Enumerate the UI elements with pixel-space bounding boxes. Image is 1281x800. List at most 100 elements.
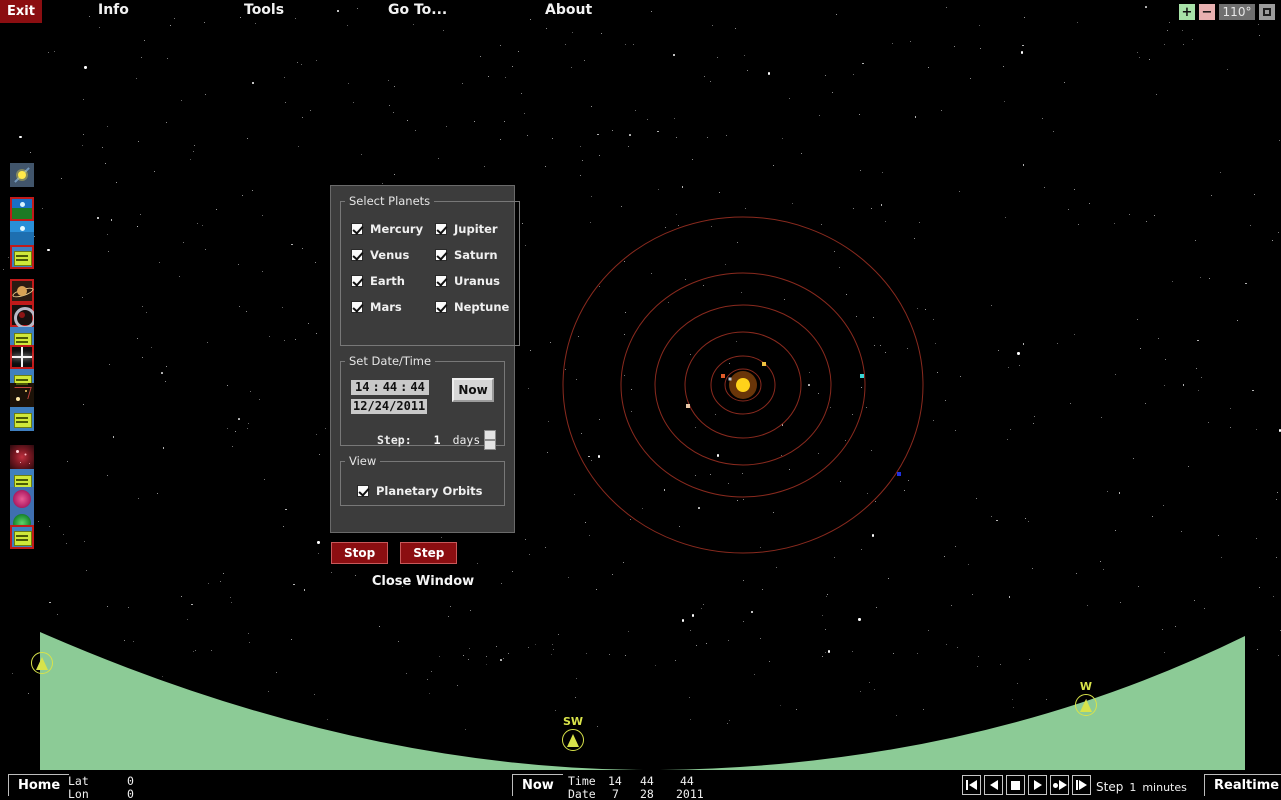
zoom-out-button[interactable]: − xyxy=(1199,4,1215,20)
close-window-button[interactable]: Close Window xyxy=(330,574,516,589)
clock-day: 28 xyxy=(640,787,654,800)
planet-row-uranus[interactable]: Uranus xyxy=(435,268,519,294)
step-button[interactable]: Step xyxy=(400,542,458,564)
menubar: Exit Info Tools Go To... About xyxy=(0,0,1281,24)
time-seconds[interactable]: 44 xyxy=(408,380,427,394)
now-bottom-button[interactable]: Now xyxy=(512,774,563,796)
stop-button[interactable]: Stop xyxy=(331,542,389,564)
home-button[interactable]: Home xyxy=(8,774,70,796)
clock-year: 2011 xyxy=(676,787,704,800)
planet-row-neptune[interactable]: Neptune xyxy=(435,294,519,320)
checkbox-saturn[interactable] xyxy=(435,249,447,261)
exit-button[interactable]: Exit xyxy=(0,0,42,23)
menu-item-info[interactable]: Info xyxy=(98,2,129,18)
time-minutes[interactable]: 44 xyxy=(380,380,400,394)
checkbox-jupiter[interactable] xyxy=(435,223,447,235)
checkbox-venus[interactable] xyxy=(351,249,363,261)
lon-label: Lon xyxy=(68,787,89,800)
label-mars: Mars xyxy=(370,300,402,314)
planet-row-venus[interactable]: Venus xyxy=(351,242,435,268)
step-spinner[interactable] xyxy=(484,430,497,450)
time-hours[interactable]: 14 xyxy=(353,380,372,394)
label-jupiter: Jupiter xyxy=(454,222,498,236)
checkbox-mars[interactable] xyxy=(351,301,363,313)
calendar-icon[interactable] xyxy=(10,245,34,269)
time-sep-1: : xyxy=(372,380,380,394)
step-forward-icon[interactable] xyxy=(1072,775,1091,795)
step-row: Step: 1 days xyxy=(351,430,504,450)
zoom-in-button[interactable]: + xyxy=(1179,4,1195,20)
planet-column-left: Mercury Venus Earth Mars xyxy=(351,216,435,320)
label-neptune: Neptune xyxy=(454,300,510,314)
play-icon[interactable] xyxy=(1028,775,1047,795)
label-mercury: Mercury xyxy=(370,222,424,236)
date-day[interactable]: 24 xyxy=(375,399,389,413)
step-backward-icon[interactable] xyxy=(962,775,981,795)
realtime-button[interactable]: Realtime xyxy=(1204,774,1281,796)
view-group: View Planetary Orbits xyxy=(340,454,505,506)
zoom-controls: + − 110° xyxy=(1179,3,1275,21)
date-input[interactable]: 12 / 24 / 2011 xyxy=(351,398,428,414)
label-venus: Venus xyxy=(370,248,410,262)
fast-forward-icon[interactable] xyxy=(1050,775,1069,795)
label-earth: Earth xyxy=(370,274,405,288)
bottom-status-bar: Home Lat Lon 0 0 Now Time Date 14 44 44 … xyxy=(0,770,1281,800)
planet-row-saturn[interactable]: Saturn xyxy=(435,242,519,268)
date-sep-1: / xyxy=(367,399,375,413)
bottom-step-display: Step 1 minutes xyxy=(1096,780,1187,794)
constellation-icon[interactable] xyxy=(10,383,34,407)
planet-row-earth[interactable]: Earth xyxy=(351,268,435,294)
fullscreen-icon[interactable] xyxy=(1259,4,1275,20)
planet-row-mercury[interactable]: Mercury xyxy=(351,216,435,242)
calendar-icon[interactable] xyxy=(10,407,34,431)
sky-canvas[interactable] xyxy=(0,0,1281,800)
date-sep-2: / xyxy=(389,399,397,413)
step-label: Step: xyxy=(377,433,412,447)
date-label: Date xyxy=(568,787,596,800)
planet-column-right: Jupiter Saturn Uranus Neptune xyxy=(435,216,519,320)
checkbox-earth[interactable] xyxy=(351,275,363,287)
stop-icon[interactable] xyxy=(1006,775,1025,795)
checkbox-neptune[interactable] xyxy=(435,301,447,313)
menu-item-tools[interactable]: Tools xyxy=(244,2,284,18)
saturn-icon[interactable] xyxy=(10,279,34,303)
sun-icon[interactable] xyxy=(10,163,34,187)
checkbox-mercury[interactable] xyxy=(351,223,363,235)
lon-value: 0 xyxy=(127,787,134,800)
star-icon[interactable] xyxy=(10,345,34,369)
dialog-buttons: Stop Step xyxy=(331,542,458,564)
checkbox-uranus[interactable] xyxy=(435,275,447,287)
label-saturn: Saturn xyxy=(454,248,498,262)
rewind-icon[interactable] xyxy=(984,775,1003,795)
nebula-icon[interactable] xyxy=(10,445,34,469)
sidebar xyxy=(10,160,34,580)
select-planets-legend: Select Planets xyxy=(349,194,431,208)
field-of-view-value: 110° xyxy=(1219,4,1255,20)
step-unit: days xyxy=(452,433,481,447)
transport-controls xyxy=(962,775,1091,795)
date-year[interactable]: 2011 xyxy=(396,399,425,413)
label-uranus: Uranus xyxy=(454,274,500,288)
set-datetime-group: Set Date/Time 14 : 44 : 44 12 / 24 / 201… xyxy=(340,354,505,450)
clock-month: 7 xyxy=(612,787,619,800)
menu-item-goto[interactable]: Go To... xyxy=(388,2,447,18)
ring-nebula-icon[interactable] xyxy=(10,303,34,327)
landscape-grass-icon[interactable] xyxy=(10,197,34,221)
planet-row-mars[interactable]: Mars xyxy=(351,294,435,320)
planet-row-jupiter[interactable]: Jupiter xyxy=(435,216,519,242)
time-input[interactable]: 14 : 44 : 44 xyxy=(351,379,429,395)
time-sep-2: : xyxy=(400,380,408,394)
planetary-orbits-checkbox[interactable] xyxy=(357,485,369,497)
planetary-orbits-row[interactable]: Planetary Orbits xyxy=(357,478,483,504)
now-button[interactable]: Now xyxy=(452,378,494,402)
bottom-step-label: Step xyxy=(1096,780,1124,794)
menu-item-about[interactable]: About xyxy=(545,2,592,18)
planetary-orbits-label: Planetary Orbits xyxy=(376,484,483,498)
step-value[interactable]: 1 xyxy=(434,433,441,447)
galaxy-red-icon[interactable] xyxy=(10,487,34,511)
landscape-ocean-icon[interactable] xyxy=(10,221,34,245)
calendar-icon[interactable] xyxy=(10,525,34,549)
bottom-step-value: 1 xyxy=(1129,781,1137,794)
date-month[interactable]: 12 xyxy=(353,399,367,413)
bottom-step-unit: minutes xyxy=(1142,781,1187,794)
